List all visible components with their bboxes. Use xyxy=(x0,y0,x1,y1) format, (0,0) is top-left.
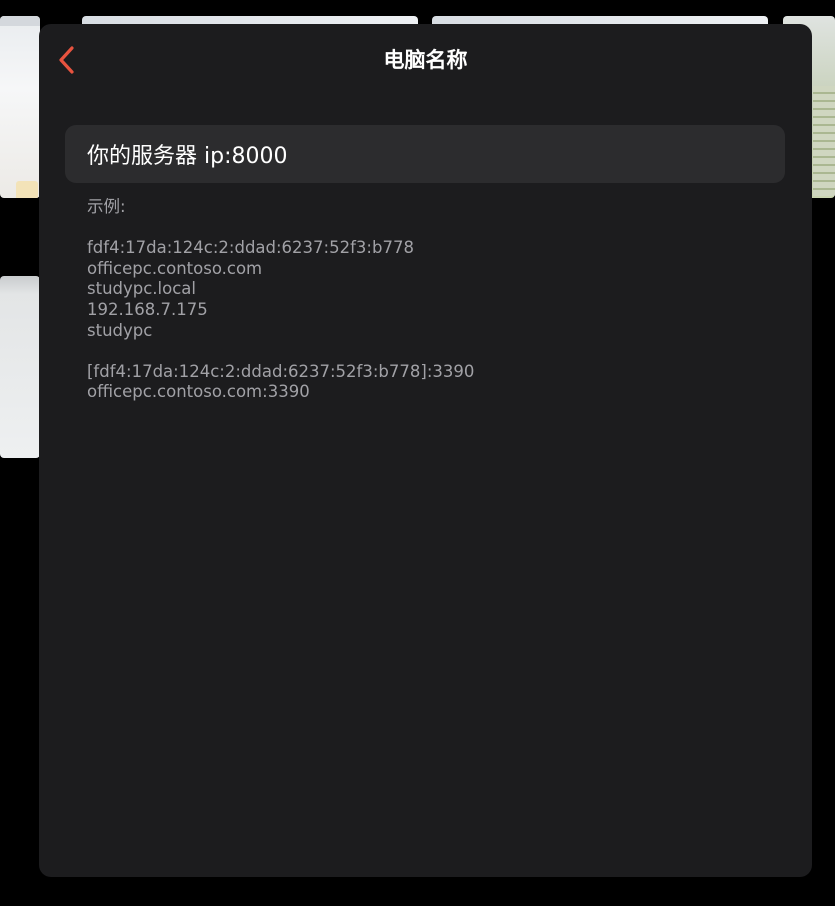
example-line: studypc xyxy=(87,320,153,340)
page-title: 电脑名称 xyxy=(383,48,468,72)
pc-name-sheet: 电脑名称 你的服务器 ip:8000 示例: fdf4:17da:124c:2:… xyxy=(39,24,812,877)
example-line: fdf4:17da:124c:2:ddad:6237:52f3:b778 xyxy=(87,238,414,258)
examples-label: 示例: xyxy=(87,197,126,216)
pc-name-placeholder: 你的服务器 ip:8000 xyxy=(87,144,288,169)
background-window-thumbnail xyxy=(0,276,40,458)
example-line: studypc.local xyxy=(87,279,196,299)
navigation-bar: 电脑名称 xyxy=(39,24,812,96)
example-line: [fdf4:17da:124c:2:ddad:6237:52f3:b778]:3… xyxy=(87,361,475,381)
example-line: 192.168.7.175 xyxy=(87,299,208,319)
example-line: officepc.contoso.com:3390 xyxy=(87,382,310,402)
examples-help-text: 示例: fdf4:17da:124c:2:ddad:6237:52f3:b778… xyxy=(87,197,767,403)
background-window-thumbnail xyxy=(0,16,40,198)
example-line: officepc.contoso.com xyxy=(87,258,263,278)
pc-name-input[interactable]: 你的服务器 ip:8000 xyxy=(65,125,785,183)
